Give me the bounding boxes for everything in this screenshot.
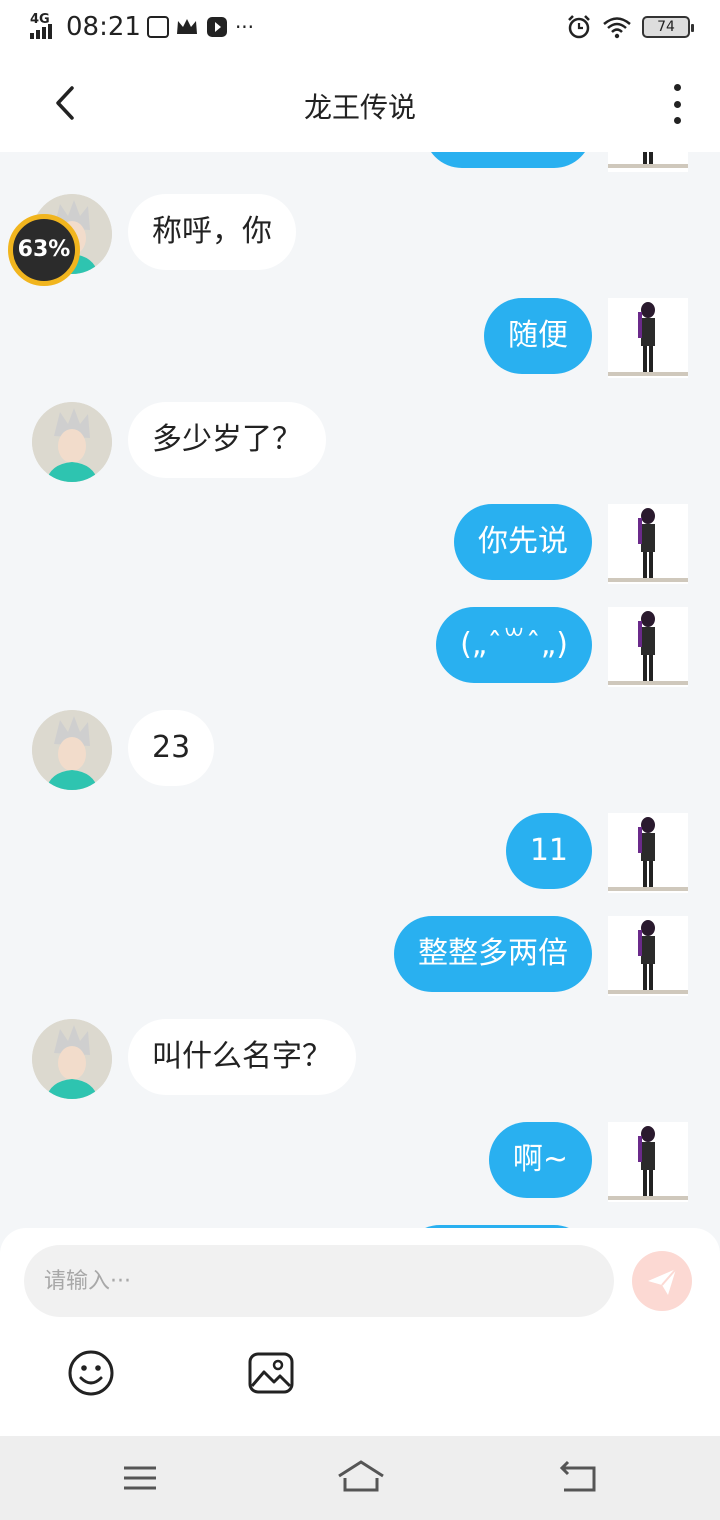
user-avatar[interactable]	[608, 504, 688, 584]
smiley-icon	[68, 1350, 114, 1396]
message-bubble-outgoing[interactable]: 你先说	[454, 504, 592, 580]
character-figure-icon	[608, 302, 688, 376]
status-more-dots: ···	[234, 15, 255, 39]
return-icon	[559, 1460, 596, 1492]
contact-avatar[interactable]	[32, 402, 112, 482]
character-figure-icon	[608, 817, 688, 891]
input-panel	[0, 1228, 720, 1436]
anime-boy-avatar-icon	[32, 1019, 112, 1099]
message-bubble-outgoing[interactable]	[424, 152, 592, 168]
character-figure-icon	[608, 611, 688, 685]
status-right: 74	[566, 14, 694, 40]
menu-icon	[124, 1466, 156, 1490]
progress-indicator[interactable]: 63%	[8, 214, 80, 286]
message-list[interactable]: 称呼，你 随便 多少岁了？ 你先说 („ˆ꒳ˆ„) 23 11 整整多两倍 叫什…	[0, 152, 720, 1228]
anime-boy-avatar-icon	[32, 402, 112, 482]
user-avatar[interactable]	[608, 152, 688, 172]
message-bubble-outgoing[interactable]: 随便	[484, 298, 592, 374]
anime-boy-avatar-icon	[32, 710, 112, 790]
signal-icon: 4G	[30, 13, 60, 41]
user-avatar[interactable]	[608, 916, 688, 996]
more-vertical-icon	[673, 84, 681, 91]
message-input[interactable]	[24, 1245, 614, 1317]
status-time: 08:21	[66, 12, 141, 42]
chat-title: 龙王传说	[303, 91, 416, 124]
message-bubble-incoming[interactable]: 多少岁了？	[128, 402, 326, 478]
battery-level: 74	[657, 19, 675, 35]
message-bubble-outgoing[interactable]: 整整多两倍	[394, 916, 592, 992]
character-figure-icon	[608, 508, 688, 582]
message-bubble-incoming[interactable]: 叫什么名字？	[128, 1019, 356, 1095]
message-bubble-outgoing[interactable]: 啊~	[488, 1122, 592, 1198]
card-icon	[146, 16, 169, 38]
image-icon	[248, 1352, 294, 1394]
status-left: 4G 08:21 ···	[30, 12, 254, 42]
contact-avatar[interactable]	[32, 710, 112, 790]
alarm-icon	[568, 15, 590, 39]
chat-header: 龙王传说	[0, 56, 720, 152]
image-button[interactable]	[246, 1348, 296, 1398]
message-bubble-outgoing[interactable]: 11	[505, 813, 592, 889]
status-bar: 4G 08:21 ··· 74	[0, 0, 720, 56]
message-bubble-incoming[interactable]: 23	[128, 710, 215, 786]
home-nav-button[interactable]	[336, 1456, 386, 1500]
menu-nav-button[interactable]	[118, 1456, 162, 1500]
message-bubble-outgoing[interactable]: („ˆ꒳ˆ„)	[436, 607, 592, 683]
crown-icon	[176, 19, 197, 34]
user-avatar[interactable]	[608, 298, 688, 378]
wifi-icon	[603, 17, 631, 39]
message-bubble-incoming[interactable]: 称呼，你	[128, 194, 296, 270]
system-nav-bar	[0, 1436, 720, 1520]
emoji-button[interactable]	[66, 1348, 116, 1398]
progress-text: 63%	[17, 237, 71, 262]
battery-icon: 74	[642, 16, 694, 38]
send-button[interactable]	[632, 1251, 692, 1311]
paper-plane-icon	[648, 1268, 677, 1295]
contact-avatar[interactable]	[32, 1019, 112, 1099]
user-avatar[interactable]	[608, 1122, 688, 1202]
home-icon	[338, 1460, 384, 1492]
user-avatar[interactable]	[608, 607, 688, 687]
more-options-button[interactable]	[662, 84, 692, 124]
video-icon	[206, 17, 227, 37]
character-figure-icon	[608, 152, 688, 168]
user-avatar[interactable]	[608, 813, 688, 893]
character-figure-icon	[608, 1126, 688, 1200]
character-figure-icon	[608, 920, 688, 994]
back-nav-button[interactable]	[556, 1456, 600, 1500]
